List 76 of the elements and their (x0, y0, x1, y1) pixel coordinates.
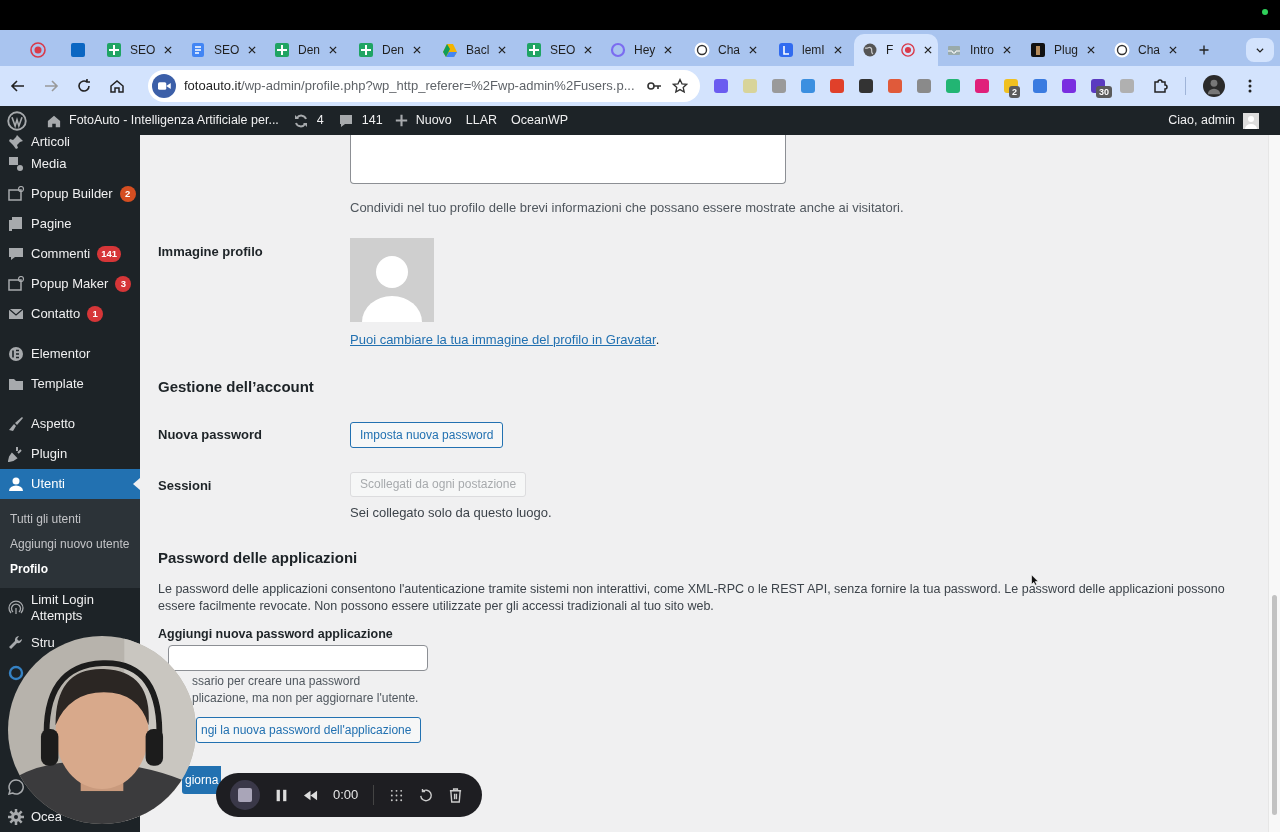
count-badge: 30 (1096, 86, 1112, 98)
count-badge: 3 (115, 276, 132, 292)
sidebar-item[interactable]: Popup Maker 3 (0, 269, 136, 299)
browser-tab[interactable]: Cha (1106, 34, 1190, 66)
browser-tab[interactable]: F (854, 34, 938, 66)
browser-tab[interactable]: SEO (98, 34, 182, 66)
count-badge: 2 (1009, 86, 1020, 98)
address-bar[interactable]: fotoauto.it/wp-admin/profile.php?wp_http_referer=%2Fwp-admin%2Fusers.p... (148, 70, 700, 102)
field-label: Aggiungi nuova password applicazione (158, 625, 393, 643)
sidebar-item[interactable]: Pagine (0, 209, 76, 239)
add-password-button[interactable]: ngi la nuova password dell'applicazione (196, 717, 422, 744)
tab-title: Hey (634, 42, 656, 59)
admin-bar-link[interactable]: LLAR (465, 111, 498, 130)
comments-count[interactable]: 141 (361, 111, 383, 130)
section-heading: Password delle applicazioni (158, 548, 358, 568)
admin-bar-link[interactable]: OceanWP (511, 111, 569, 130)
update-profile-button[interactable]: giorna (182, 766, 222, 795)
tab-title: SEO (214, 42, 240, 59)
help-text: Sei collegato solo da questo luogo. (350, 503, 552, 522)
set-password-button[interactable]: Imposta nuova password (350, 421, 504, 448)
help-text: ssario per creare una password (192, 673, 361, 691)
site-name-link[interactable]: FotoAuto - Intelligenza Artificiale per... (69, 111, 279, 130)
browser-tab[interactable]: Cha (686, 34, 770, 66)
timer-text: 0:00 (333, 786, 359, 805)
section-heading: Gestione dell’account (158, 377, 315, 397)
field-label: Sessioni (158, 476, 213, 495)
browser-tab[interactable]: Den (266, 34, 350, 66)
tab-title: Den (382, 42, 404, 59)
sidebar-item[interactable]: Stru (0, 628, 59, 658)
count-badge: 1 (87, 306, 104, 322)
browser-tab[interactable]: Intro (938, 34, 1022, 66)
gravatar-link[interactable]: Puoi cambiare la tua immagine del profilo in Gravatar (350, 331, 656, 347)
tab-title: F (886, 42, 894, 59)
tab-title: Intro (970, 42, 994, 59)
count-badge: 141 (97, 246, 122, 262)
tab-title: Den (298, 42, 320, 59)
sidebar-item[interactable]: Elementor (0, 339, 95, 369)
browser-tab[interactable]: Hey (602, 34, 686, 66)
sidebar-item[interactable]: Limit Login Attempts (0, 588, 140, 628)
new-link[interactable]: Nuovo (415, 111, 452, 130)
sidebar-item[interactable]: Ocea (0, 802, 67, 832)
sidebar-item[interactable]: Contatto 1 (0, 299, 108, 329)
tab-title: SEO (550, 42, 576, 59)
sidebar-item[interactable]: Media (0, 149, 71, 179)
greeting-link[interactable]: Ciao, admin (1168, 111, 1235, 130)
submenu-item[interactable]: Aggiungi nuovo utente (0, 531, 140, 556)
sidebar-item[interactable]: Articoli (0, 135, 74, 149)
browser-tab[interactable]: SEO (518, 34, 602, 66)
count-badge: 2 (119, 186, 136, 202)
sidebar-item[interactable]: Popup Builder 2 (0, 179, 140, 209)
sidebar-item[interactable]: Template (0, 369, 88, 399)
help-text: Condividi nel tuo profilo delle brevi informazioni che possano essere mostrate anche ai visitatori. (350, 199, 905, 217)
tab-title: Cha (718, 42, 740, 59)
sidebar-item[interactable]: Aspetto (0, 409, 80, 439)
submenu-item[interactable]: Profilo (0, 556, 140, 581)
browser-tab[interactable]: SEO (182, 34, 266, 66)
url-text: fotoauto.it/wp-admin/profile.php?wp_http_referer=%2Fwp-admin%2Fusers.p... (184, 77, 635, 96)
help-text: plicazione, ma non per aggiornare l'utente. (192, 690, 419, 708)
sidebar-item[interactable]: Plugin (0, 439, 72, 469)
field-label: Immagine profilo (158, 242, 264, 261)
help-text: Puoi cambiare la tua immagine del profilo in Gravatar. (350, 330, 660, 349)
submenu-item[interactable]: Tutti gli utenti (0, 506, 140, 531)
updates-count[interactable]: 4 (316, 111, 324, 130)
field-label: Nuova password (158, 425, 264, 444)
tab-title: Cha (1138, 42, 1160, 59)
browser-tab[interactable]: lemI (770, 34, 854, 66)
tab-title: lemI (802, 42, 825, 59)
sidebar-item[interactable]: Utenti (0, 469, 140, 499)
tab-title: Bacl (466, 42, 490, 59)
sidebar-item[interactable]: Commenti 141 (0, 239, 126, 269)
tab-title: SEO (130, 42, 156, 59)
browser-tab[interactable]: Den (350, 34, 434, 66)
description-text: Le password delle applicazioni consentono l'autenticazione tramite sistemi non interattivi, come XML-RPC o le REST API, senza fornire la tua password. Le password delle applicazioni possono essere facilmente revocate. Non possono essere utilizzate per gli accessi tradizionali al tuo sito web. (158, 580, 1226, 615)
browser-tab[interactable]: Bacl (434, 34, 518, 66)
tab-title: Plug (1054, 42, 1079, 59)
browser-tab[interactable]: Plug (1022, 34, 1106, 66)
